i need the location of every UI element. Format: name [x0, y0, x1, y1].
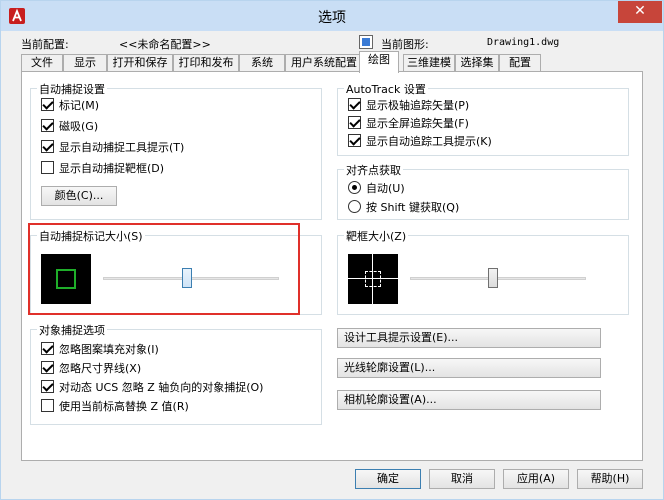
autosnap-aperture-label: 显示自动捕捉靶框(D)	[59, 162, 165, 175]
light-glyph-settings-button[interactable]: 光线轮廓设置(L)...	[337, 358, 601, 378]
help-button[interactable]: 帮助(H)	[577, 469, 643, 489]
window-title: 选项	[318, 10, 346, 26]
aperture-size-preview	[348, 254, 398, 304]
close-button[interactable]: ✕	[618, 1, 662, 23]
tooltip-settings-button[interactable]: 设计工具提示设置(E)...	[337, 328, 601, 348]
tab-open-save[interactable]: 打开和保存	[107, 54, 173, 72]
aperture-size-title: 靶框大小(Z)	[344, 228, 409, 244]
current-drawing-value: Drawing1.dwg	[487, 37, 560, 48]
fullscreen-vector-label: 显示全屏追踪矢量(F)	[366, 117, 469, 130]
acquire-shift-radio[interactable]	[348, 200, 361, 213]
alignment-acquisition-title: 对齐点获取	[344, 162, 403, 178]
tab-drafting[interactable]: 绘图	[359, 51, 399, 73]
replace-z-label: 使用当前标高替换 Z 值(R)	[59, 400, 189, 413]
ignore-dimension-checkbox[interactable]	[41, 361, 54, 374]
autosnap-tooltip-checkbox[interactable]	[41, 140, 54, 153]
autotrack-settings-title: AutoTrack 设置	[344, 81, 428, 97]
tab-system[interactable]: 系统	[239, 54, 285, 72]
marker-checkbox[interactable]	[41, 98, 54, 111]
acquire-shift-label: 按 Shift 键获取(Q)	[366, 201, 460, 214]
autotrack-tooltip-checkbox[interactable]	[348, 134, 361, 147]
ignore-hatch-label: 忽略图案填充对象(I)	[59, 343, 159, 356]
tab-3d-modeling[interactable]: 三维建模	[403, 54, 455, 72]
ignore-negative-z-label: 对动态 UCS 忽略 Z 轴负向的对象捕捉(O)	[59, 381, 264, 394]
osnap-options-group: 对象捕捉选项 忽略图案填充对象(I) 忽略尺寸界线(X) 对动态 UCS 忽略 …	[30, 322, 322, 425]
close-icon: ✕	[634, 3, 646, 19]
osnap-options-title: 对象捕捉选项	[37, 322, 107, 338]
color-button[interactable]: 颜色(C)...	[41, 186, 117, 206]
tab-files[interactable]: 文件	[21, 54, 63, 72]
tab-display[interactable]: 显示	[63, 54, 107, 72]
tab-plot-publish[interactable]: 打印和发布	[173, 54, 239, 72]
ignore-dimension-label: 忽略尺寸界线(X)	[59, 362, 142, 375]
camera-glyph-settings-button[interactable]: 相机轮廓设置(A)...	[337, 390, 601, 410]
current-config-label: 当前配置:	[21, 38, 69, 51]
ignore-negative-z-checkbox[interactable]	[41, 380, 54, 393]
aperture-box-icon	[365, 271, 381, 287]
replace-z-checkbox[interactable]	[41, 399, 54, 412]
autosnap-tooltip-label: 显示自动捕捉工具提示(T)	[59, 141, 185, 154]
autosnap-settings-title: 自动捕捉设置	[37, 81, 107, 97]
polar-vector-label: 显示极轴追踪矢量(P)	[366, 99, 470, 112]
drawing-file-icon	[359, 35, 373, 49]
aperture-size-slider[interactable]	[488, 268, 498, 288]
tab-selection[interactable]: 选择集	[455, 54, 499, 72]
current-config-value: <<未命名配置>>	[119, 38, 211, 51]
fullscreen-vector-checkbox[interactable]	[348, 116, 361, 129]
red-highlight-box	[28, 223, 300, 315]
cancel-button[interactable]: 取消	[429, 469, 495, 489]
autosnap-aperture-checkbox[interactable]	[41, 161, 54, 174]
marker-label: 标记(M)	[59, 99, 100, 112]
aperture-size-track[interactable]	[410, 277, 586, 280]
magnet-checkbox[interactable]	[41, 119, 54, 132]
apply-button[interactable]: 应用(A)	[503, 469, 569, 489]
alignment-acquisition-group: 对齐点获取 自动(U) 按 Shift 键获取(Q)	[337, 162, 629, 220]
acquire-auto-radio[interactable]	[348, 181, 361, 194]
magnet-label: 磁吸(G)	[59, 120, 99, 133]
ok-button[interactable]: 确定	[355, 469, 421, 489]
title-bar[interactable]: 选项 ✕	[1, 1, 663, 31]
ignore-hatch-checkbox[interactable]	[41, 342, 54, 355]
aperture-size-group: 靶框大小(Z)	[337, 228, 629, 315]
options-dialog: 选项 ✕ 当前配置: <<未命名配置>> 当前图形: Drawing1.dwg …	[0, 0, 664, 500]
tab-user-preferences[interactable]: 用户系统配置	[285, 54, 363, 72]
current-drawing-label: 当前图形:	[381, 38, 429, 51]
autotrack-tooltip-label: 显示自动追踪工具提示(K)	[366, 135, 492, 148]
tab-profiles[interactable]: 配置	[499, 54, 541, 72]
acquire-auto-label: 自动(U)	[366, 182, 405, 195]
polar-vector-checkbox[interactable]	[348, 98, 361, 111]
autotrack-settings-group: AutoTrack 设置 显示极轴追踪矢量(P) 显示全屏追踪矢量(F) 显示自…	[337, 81, 629, 156]
autosnap-settings-group: 自动捕捉设置 标记(M) 磁吸(G) 显示自动捕捉工具提示(T) 显示自动捕捉靶…	[30, 81, 322, 220]
